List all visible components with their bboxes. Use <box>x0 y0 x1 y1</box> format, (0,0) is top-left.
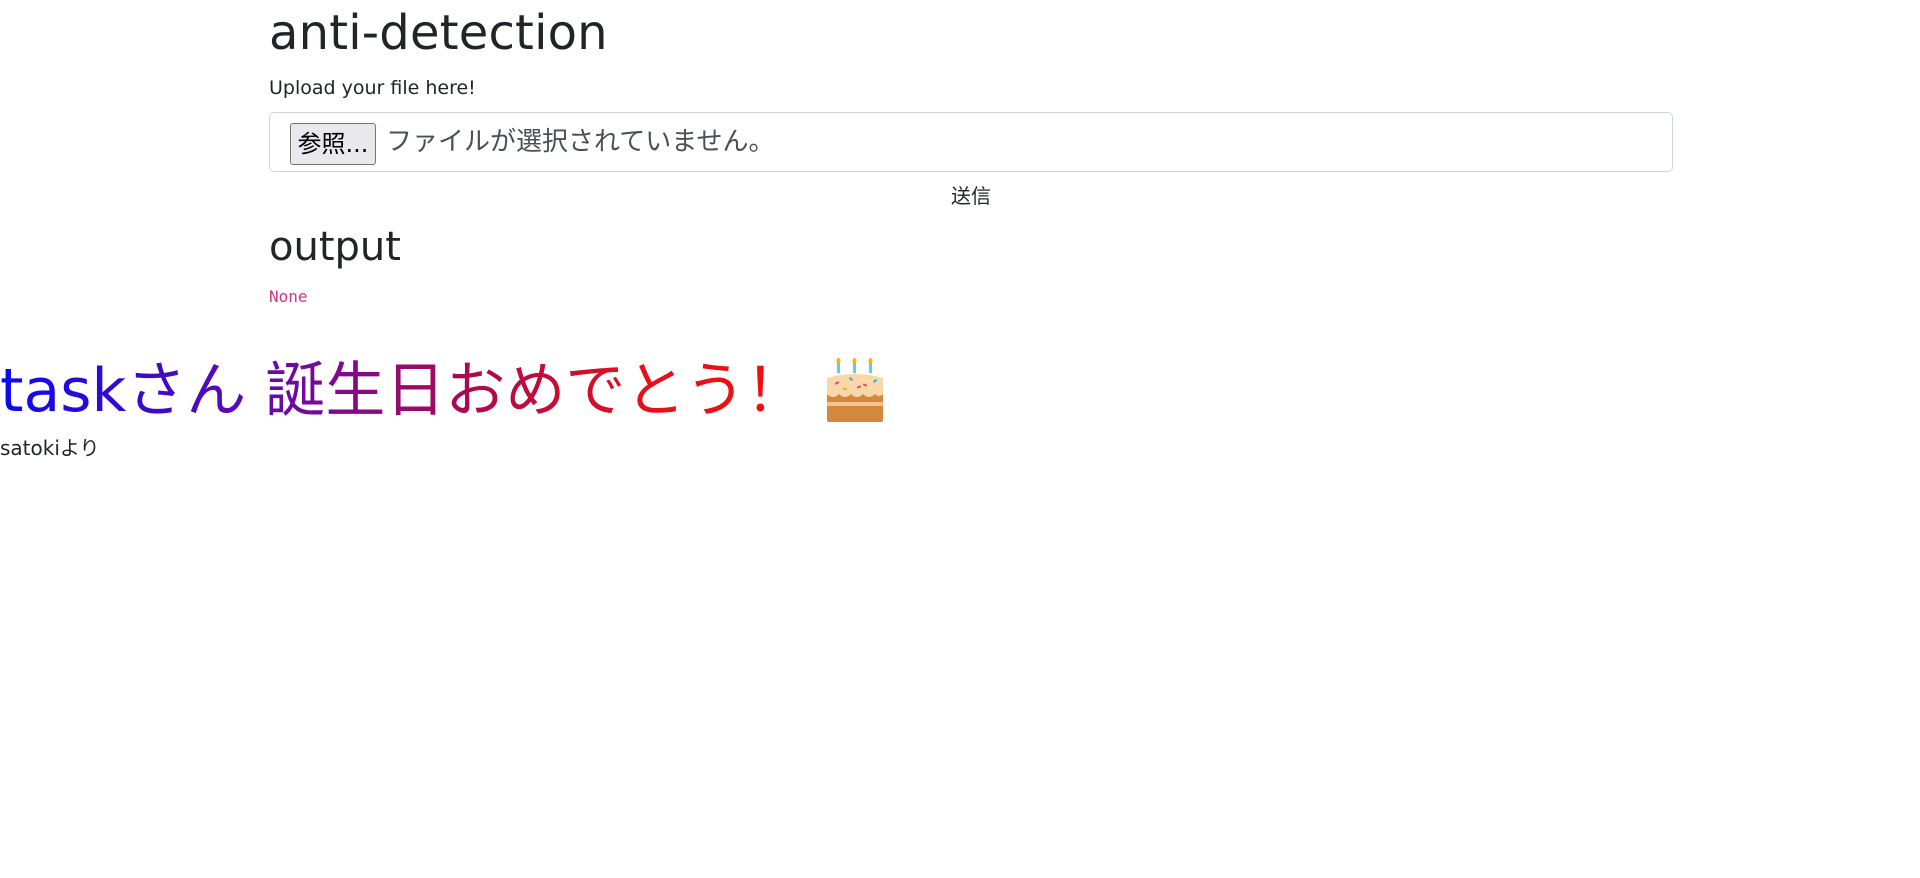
upload-label: Upload your file here! <box>269 77 476 99</box>
file-status-text: ファイルが選択されていません。 <box>386 127 775 157</box>
birthday-message-text: taskさん 誕生日おめでとう！ <box>0 356 806 426</box>
output-value: None <box>269 287 308 306</box>
browse-button[interactable]: 参照... <box>290 123 376 165</box>
file-input[interactable]: 参照... ファイルが選択されていません。 <box>269 112 1673 172</box>
signature: satokiより <box>0 436 100 460</box>
submit-button[interactable]: 送信 <box>269 183 1673 209</box>
birthday-message: taskさん 誕生日おめでとう！ <box>0 352 887 430</box>
birthday-cake-icon <box>823 358 887 424</box>
page-title: anti-detection <box>269 5 608 61</box>
output-title: output <box>269 224 401 270</box>
